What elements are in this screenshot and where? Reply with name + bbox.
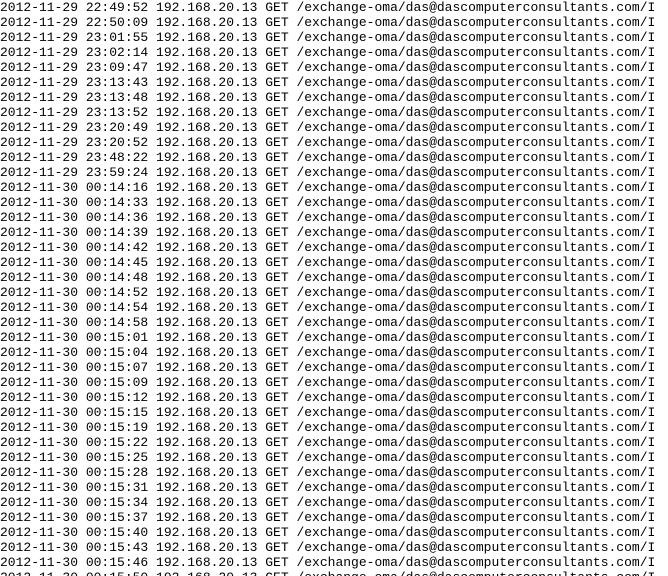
log-line: 2012-11-30 00:15:19 192.168.20.13 GET /e… (0, 420, 668, 435)
log-line: 2012-11-30 00:14:52 192.168.20.13 GET /e… (0, 285, 668, 300)
log-line: 2012-11-30 00:14:36 192.168.20.13 GET /e… (0, 210, 668, 225)
log-line: 2012-11-30 00:15:43 192.168.20.13 GET /e… (0, 540, 668, 555)
log-line: 2012-11-29 23:09:47 192.168.20.13 GET /e… (0, 60, 668, 75)
log-line: 2012-11-29 22:50:09 192.168.20.13 GET /e… (0, 15, 668, 30)
log-line: 2012-11-29 23:20:49 192.168.20.13 GET /e… (0, 120, 668, 135)
log-line: 2012-11-29 23:13:52 192.168.20.13 GET /e… (0, 105, 668, 120)
log-line: 2012-11-30 00:14:58 192.168.20.13 GET /e… (0, 315, 668, 330)
log-line: 2012-11-29 23:02:14 192.168.20.13 GET /e… (0, 45, 668, 60)
log-line: 2012-11-30 00:15:09 192.168.20.13 GET /e… (0, 375, 668, 390)
log-line: 2012-11-30 00:15:07 192.168.20.13 GET /e… (0, 360, 668, 375)
log-line: 2012-11-30 00:14:54 192.168.20.13 GET /e… (0, 300, 668, 315)
log-line: 2012-11-29 23:01:55 192.168.20.13 GET /e… (0, 30, 668, 45)
log-line: 2012-11-30 00:15:25 192.168.20.13 GET /e… (0, 450, 668, 465)
log-line: 2012-11-30 00:14:45 192.168.20.13 GET /e… (0, 255, 668, 270)
log-line: 2012-11-30 00:15:40 192.168.20.13 GET /e… (0, 525, 668, 540)
log-line: 2012-11-30 00:14:33 192.168.20.13 GET /e… (0, 195, 668, 210)
log-line: 2012-11-29 23:13:43 192.168.20.13 GET /e… (0, 75, 668, 90)
log-line: 2012-11-30 00:14:48 192.168.20.13 GET /e… (0, 270, 668, 285)
log-line: 2012-11-29 23:13:48 192.168.20.13 GET /e… (0, 90, 668, 105)
log-line: 2012-11-30 00:15:34 192.168.20.13 GET /e… (0, 495, 668, 510)
log-line: 2012-11-30 00:15:50 192.168.20.13 GET /e… (0, 570, 668, 576)
log-line: 2012-11-30 00:15:04 192.168.20.13 GET /e… (0, 345, 668, 360)
log-line: 2012-11-30 00:14:16 192.168.20.13 GET /e… (0, 180, 668, 195)
log-line: 2012-11-29 23:48:22 192.168.20.13 GET /e… (0, 150, 668, 165)
log-line: 2012-11-30 00:14:39 192.168.20.13 GET /e… (0, 225, 668, 240)
log-line: 2012-11-29 23:20:52 192.168.20.13 GET /e… (0, 135, 668, 150)
log-line: 2012-11-29 23:59:24 192.168.20.13 GET /e… (0, 165, 668, 180)
log-line: 2012-11-30 00:15:12 192.168.20.13 GET /e… (0, 390, 668, 405)
log-line: 2012-11-30 00:15:22 192.168.20.13 GET /e… (0, 435, 668, 450)
log-line: 2012-11-30 00:15:46 192.168.20.13 GET /e… (0, 555, 668, 570)
log-line: 2012-11-30 00:15:01 192.168.20.13 GET /e… (0, 330, 668, 345)
log-line: 2012-11-30 00:15:15 192.168.20.13 GET /e… (0, 405, 668, 420)
log-line: 2012-11-30 00:15:31 192.168.20.13 GET /e… (0, 480, 668, 495)
log-line: 2012-11-30 00:14:42 192.168.20.13 GET /e… (0, 240, 668, 255)
log-line: 2012-11-30 00:15:28 192.168.20.13 GET /e… (0, 465, 668, 480)
log-line: 2012-11-30 00:15:37 192.168.20.13 GET /e… (0, 510, 668, 525)
log-line: 2012-11-29 22:49:52 192.168.20.13 GET /e… (0, 0, 668, 15)
log-view[interactable]: 2012-11-29 22:49:52 192.168.20.13 GET /e… (0, 0, 668, 576)
